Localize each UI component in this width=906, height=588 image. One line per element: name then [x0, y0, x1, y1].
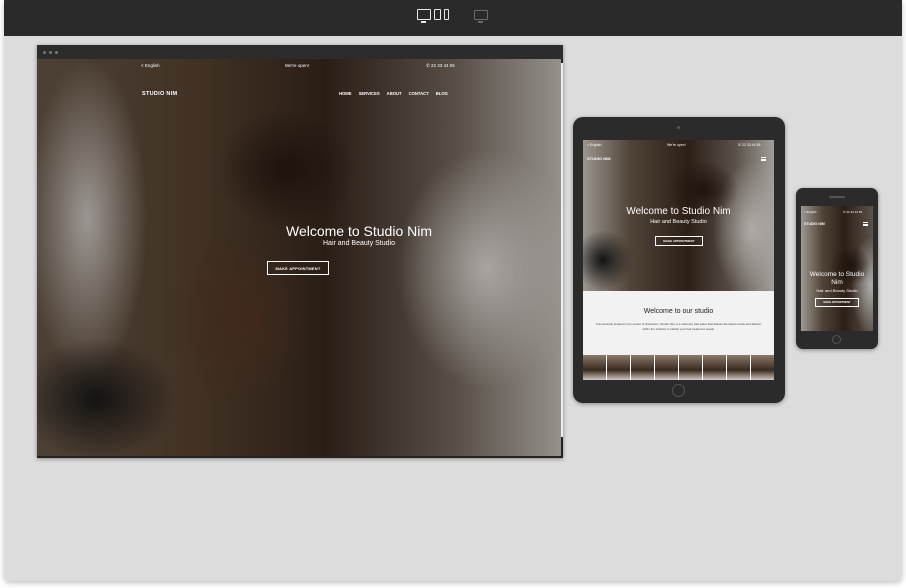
- brand-logo[interactable]: STUDIO NIM: [804, 222, 825, 226]
- hero-title: Welcome to Studio Nim: [809, 271, 865, 286]
- nav-item-blog[interactable]: BLOG: [436, 91, 448, 96]
- language-selector[interactable]: < English: [804, 210, 816, 214]
- monitor-icon[interactable]: [474, 10, 488, 23]
- nav-item-services[interactable]: SERVICES: [359, 91, 380, 96]
- phone-number[interactable]: ✆ 22 33 44 55: [426, 63, 455, 69]
- phone-number-text: 22 33 44 55: [741, 143, 761, 147]
- gallery-image[interactable]: [727, 355, 750, 380]
- welcome-heading: Welcome to our studio: [643, 308, 714, 315]
- gallery-image[interactable]: [583, 355, 606, 380]
- language-selector[interactable]: < English: [587, 143, 602, 147]
- language-selector[interactable]: < English: [141, 63, 160, 68]
- brand-logo[interactable]: STUDIO NIM: [587, 156, 611, 161]
- hero-subtitle: Hair and Beauty Studio: [323, 240, 395, 247]
- window-dot: [55, 50, 58, 54]
- desktop-tablet-phone-icon[interactable]: [417, 9, 449, 23]
- gallery-image[interactable]: [751, 355, 774, 380]
- hero-title: Welcome to Studio Nim: [285, 223, 432, 239]
- tablet-icon: [434, 9, 441, 20]
- window-dot: [43, 50, 46, 54]
- nav-item-home[interactable]: HOME: [339, 91, 352, 96]
- window-dot: [49, 50, 52, 54]
- make-appointment-button[interactable]: MAKE APPOINTMENT: [815, 298, 859, 307]
- nav-item-about[interactable]: ABOUT: [387, 91, 402, 96]
- make-appointment-button[interactable]: MAKE APPOINTMENT: [267, 261, 329, 275]
- hero-title: Welcome to Studio Nim: [626, 206, 731, 217]
- hero-overlay: [37, 59, 561, 456]
- hamburger-menu-icon[interactable]: [863, 222, 868, 226]
- phone-screen: < English ✆ 22 33 44 55 STUDIO NIM Welco…: [801, 206, 873, 331]
- hamburger-menu-icon[interactable]: [761, 157, 766, 161]
- phone-preview: < English ✆ 22 33 44 55 STUDIO NIM Welco…: [796, 188, 878, 349]
- preview-canvas: < English We're open! ✆ 22 33 44 55 STUD…: [4, 0, 902, 581]
- hero-subtitle: Hair and Beauty Studio: [650, 219, 707, 225]
- gallery-image[interactable]: [679, 355, 702, 380]
- make-appointment-button[interactable]: MAKE APPOINTMENT: [655, 236, 703, 246]
- hero-subtitle: Hair and Beauty Studio: [816, 288, 858, 293]
- gallery-image[interactable]: [703, 355, 726, 380]
- speaker-icon: [829, 196, 845, 198]
- top-info-bar: < English We're open! ✆ 22 33 44 55: [37, 63, 561, 73]
- brand-logo[interactable]: STUDIO NIM: [142, 91, 177, 97]
- tablet-hero: < English We're open! ✆ 22 33 44 55 STUD…: [583, 140, 774, 291]
- desktop-hero: < English We're open! ✆ 22 33 44 55 STUD…: [37, 59, 561, 456]
- phone-number[interactable]: ✆ 22 33 44 55: [738, 143, 760, 147]
- tablet-preview: < English We're open! ✆ 22 33 44 55 STUD…: [573, 117, 785, 403]
- tablet-screen: < English We're open! ✆ 22 33 44 55 STUD…: [583, 140, 774, 380]
- home-button-icon: [832, 335, 841, 344]
- phone-icon: [444, 9, 449, 20]
- desktop-icon: [417, 9, 431, 23]
- open-status: We're open!: [285, 63, 310, 68]
- preview-toolbar: [4, 0, 902, 36]
- scrollbar[interactable]: [561, 63, 563, 437]
- camera-icon: [677, 126, 680, 129]
- desktop-preview: < English We're open! ✆ 22 33 44 55 STUD…: [37, 45, 563, 458]
- gallery-image[interactable]: [607, 355, 630, 380]
- welcome-text: Conveniently located in the center of do…: [595, 322, 762, 331]
- home-button-icon: [672, 384, 685, 397]
- nav-item-contact[interactable]: CONTACT: [409, 91, 429, 96]
- phone-number[interactable]: ✆ 22 33 44 55: [843, 210, 862, 214]
- gallery-image[interactable]: [631, 355, 654, 380]
- gallery-image[interactable]: [655, 355, 678, 380]
- open-status: We're open!: [667, 143, 686, 147]
- phone-number-text: 22 33 44 55: [431, 63, 455, 68]
- phone-number-text: 22 33 44 55: [846, 210, 863, 214]
- browser-bar: [37, 45, 563, 59]
- gallery-strip: [583, 355, 774, 380]
- nav-menu: HOME SERVICES ABOUT CONTACT BLOG: [339, 91, 448, 96]
